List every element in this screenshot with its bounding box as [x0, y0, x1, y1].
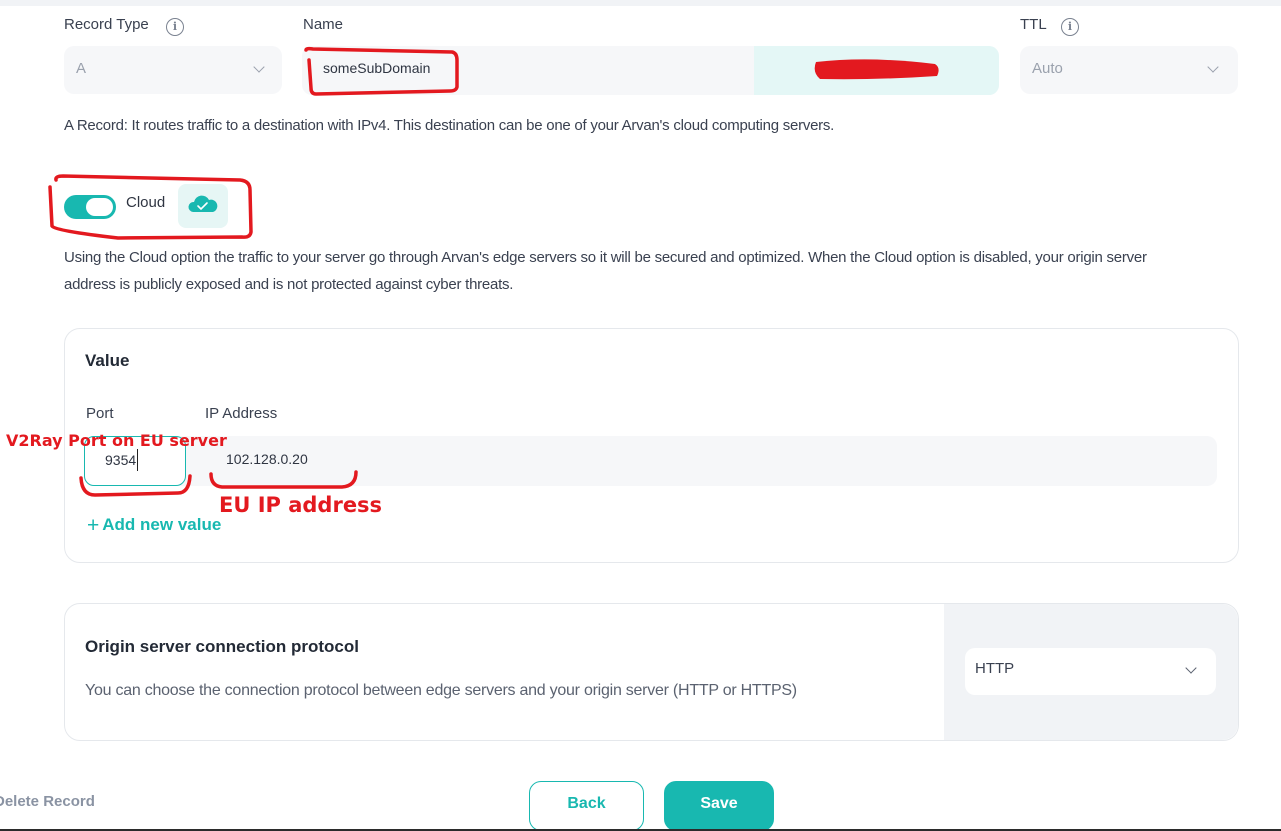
ttl-select[interactable]: Auto — [1020, 46, 1238, 94]
port-value: 9354 — [105, 452, 137, 468]
value-card-title: Value — [85, 351, 130, 370]
name-label: Name — [303, 16, 344, 33]
chevron-down-icon — [253, 61, 265, 73]
info-icon[interactable]: i — [1061, 18, 1079, 36]
cloud-label: Cloud — [126, 194, 166, 211]
domain-suffix — [754, 46, 999, 95]
ttl-value: Auto — [1032, 60, 1063, 77]
ip-address-label: IP Address — [205, 405, 278, 422]
ip-annotation: EU IP address — [219, 493, 383, 517]
cloud-description-line1: Using the Cloud option the traffic to yo… — [64, 249, 1147, 266]
protocol-value: HTTP — [975, 660, 1015, 677]
plus-icon: + — [87, 514, 100, 537]
port-annotation: V2Ray Port on EU server — [6, 431, 227, 450]
protocol-card-title: Origin server connection protocol — [85, 637, 359, 656]
ip-address-value: 102.128.0.20 — [226, 451, 308, 467]
chevron-down-icon — [1185, 662, 1197, 674]
protocol-description: You can choose the connection protocol b… — [85, 682, 797, 699]
info-icon[interactable]: i — [166, 18, 184, 36]
port-label: Port — [86, 405, 114, 422]
add-new-value-label: Add new value — [102, 515, 222, 534]
add-new-value-link[interactable]: + Add new value — [87, 512, 222, 537]
cloud-check-icon — [178, 184, 228, 228]
chevron-down-icon — [1207, 61, 1219, 73]
text-caret — [137, 449, 138, 471]
record-type-label: Record Type — [64, 16, 149, 33]
record-type-select[interactable]: A — [64, 46, 282, 94]
name-input[interactable]: someSubDomain — [302, 46, 999, 95]
record-type-value: A — [76, 60, 87, 77]
cloud-description-line2: address is publicly exposed and is not p… — [64, 276, 514, 293]
delete-record-button[interactable]: Delete Record — [0, 793, 95, 810]
record-description: A Record: It routes traffic to a destina… — [64, 117, 835, 134]
top-band — [0, 0, 1281, 6]
toggle-knob — [86, 198, 113, 216]
name-value: someSubDomain — [323, 60, 431, 76]
back-button[interactable]: Back — [529, 781, 644, 831]
cloud-toggle[interactable] — [64, 195, 116, 219]
ttl-label: TTL — [1020, 16, 1047, 33]
protocol-select[interactable]: HTTP — [965, 648, 1216, 695]
save-button[interactable]: Save — [664, 781, 774, 831]
